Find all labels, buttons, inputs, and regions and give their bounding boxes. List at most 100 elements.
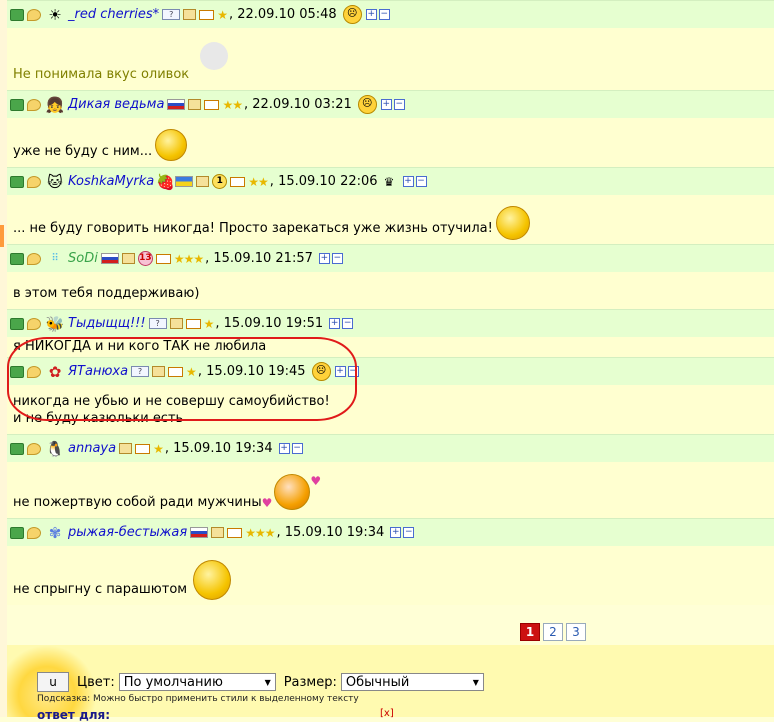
author-nick[interactable]: Дикая ведьма xyxy=(68,97,164,112)
author-nick[interactable]: annaya xyxy=(68,441,116,456)
post-text: уже не буду с ним... xyxy=(13,144,153,159)
quote-icon[interactable] xyxy=(27,252,41,265)
minus-icon[interactable]: − xyxy=(393,99,405,110)
quote-icon[interactable] xyxy=(27,317,41,330)
rating-stars: ★★ xyxy=(248,174,268,189)
author-nick[interactable]: рыжая-бестыжая xyxy=(68,525,187,540)
plus-icon[interactable]: + xyxy=(390,527,402,538)
author-nick[interactable]: ЯТанюха xyxy=(68,364,128,379)
profile-icon[interactable] xyxy=(196,176,210,187)
rating-stars: ★★★ xyxy=(245,525,275,540)
rating-stars: ★ xyxy=(217,7,228,22)
plus-icon[interactable]: + xyxy=(318,253,330,264)
quote-icon[interactable] xyxy=(27,526,41,539)
question-icon[interactable]: ? xyxy=(148,318,167,329)
post-text: Не понимала вкус оливок xyxy=(13,67,190,82)
quote-icon[interactable] xyxy=(27,365,41,378)
russia-flag-icon xyxy=(167,99,186,110)
mail-icon[interactable] xyxy=(230,176,246,187)
reply-icon[interactable] xyxy=(10,252,24,265)
minus-icon[interactable]: − xyxy=(291,443,303,454)
minus-icon[interactable]: − xyxy=(415,176,427,187)
page-link-1[interactable]: 1 xyxy=(520,623,540,641)
profile-icon[interactable] xyxy=(121,253,135,264)
quote-icon[interactable] xyxy=(27,175,41,188)
grumpy-mood-icon: ☹ xyxy=(311,362,331,381)
profile-icon[interactable] xyxy=(211,527,225,538)
rating-stars: ★★★ xyxy=(173,251,204,266)
post-header: 🐱 KoshkaMyrka 🍓 1 ★★ , 15.09.10 22:06 ♛ … xyxy=(7,167,774,195)
plus-icon[interactable]: + xyxy=(380,99,392,110)
size-select[interactable]: Обычный xyxy=(340,673,484,692)
mail-icon[interactable] xyxy=(168,366,184,377)
minus-icon[interactable]: − xyxy=(331,253,343,264)
minus-icon[interactable]: − xyxy=(347,366,359,377)
page-link-2[interactable]: 2 xyxy=(543,623,563,641)
reply-icon[interactable] xyxy=(10,365,24,378)
author-nick[interactable]: _red cherries* xyxy=(68,7,159,22)
plus-icon[interactable]: + xyxy=(329,318,341,329)
mail-icon[interactable] xyxy=(185,318,201,329)
witch-avatar-icon: 👧 xyxy=(45,95,65,114)
strawberry-icon: 🍓 xyxy=(155,172,175,191)
date-separator: , xyxy=(228,7,238,22)
reply-icon[interactable] xyxy=(10,526,24,539)
post-body: никогда не убью и не совершу самоубийств… xyxy=(7,385,774,434)
minus-icon[interactable]: − xyxy=(378,9,390,20)
profile-icon[interactable] xyxy=(188,99,202,110)
post-body: уже не буду с ним... xyxy=(7,118,774,167)
heart-icon: ♥ xyxy=(261,496,273,510)
color-select[interactable]: По умолчанию xyxy=(118,673,276,692)
sad-mood-icon: ☹ xyxy=(342,5,362,24)
post-header: 🐧 annaya ★ , 15.09.10 19:34 + − xyxy=(7,434,774,462)
shocked-smiley-icon xyxy=(495,206,530,240)
underline-button[interactable]: u xyxy=(37,672,69,692)
pagination: 1 2 3 xyxy=(520,623,586,641)
minus-icon[interactable]: − xyxy=(403,527,415,538)
sun-avatar-icon: ☀ xyxy=(48,5,62,24)
format-toolbar: u Цвет: По умолчанию Размер: Обычный xyxy=(37,672,492,692)
quote-icon[interactable] xyxy=(27,8,41,21)
reply-icon[interactable] xyxy=(10,98,24,111)
rank-badge: 1 xyxy=(212,174,228,189)
mail-icon[interactable] xyxy=(155,253,171,264)
plus-icon[interactable]: + xyxy=(365,9,377,20)
reply-icon[interactable] xyxy=(10,442,24,455)
post-date: 15.09.10 19:34 xyxy=(284,525,385,540)
crying-smiley-icon xyxy=(155,129,188,161)
author-nick[interactable]: KoshkaMyrka xyxy=(68,174,154,189)
post-date: 15.09.10 19:34 xyxy=(173,441,273,456)
post-header: 👧 Дикая ведьма ★★ , 22.09.10 03:21 ☹ + − xyxy=(7,90,774,118)
reply-icon[interactable] xyxy=(10,8,24,21)
reply-icon[interactable] xyxy=(10,317,24,330)
question-icon[interactable]: ? xyxy=(162,9,181,20)
profile-icon[interactable] xyxy=(169,318,183,329)
heart-icon: ♥ xyxy=(310,474,322,488)
profile-icon[interactable] xyxy=(183,9,197,20)
author-nick[interactable]: SoDi xyxy=(68,251,98,266)
post-text: никогда не убью и не совершу самоубийств… xyxy=(13,393,330,427)
reply-icon[interactable] xyxy=(10,175,24,188)
question-icon[interactable]: ? xyxy=(131,366,150,377)
quote-icon[interactable] xyxy=(27,98,41,111)
mail-icon[interactable] xyxy=(135,443,151,454)
post-body: Не понимала вкус оливок xyxy=(7,28,774,90)
mail-icon[interactable] xyxy=(199,9,215,20)
author-nick[interactable]: Тыдыщщ!!! xyxy=(68,316,146,331)
mail-icon[interactable] xyxy=(204,99,220,110)
close-button[interactable]: [x] xyxy=(380,708,394,719)
plus-icon[interactable]: + xyxy=(334,366,346,377)
profile-icon[interactable] xyxy=(119,443,133,454)
post-text-line: и не буду казюльки есть xyxy=(13,410,184,426)
minus-icon[interactable]: − xyxy=(342,318,354,329)
page-link-3[interactable]: 3 xyxy=(566,623,586,641)
mail-icon[interactable] xyxy=(227,527,243,538)
quote-icon[interactable] xyxy=(27,442,41,455)
post-date: 15.09.10 21:57 xyxy=(213,251,313,266)
profile-icon[interactable] xyxy=(152,366,166,377)
plus-icon[interactable]: + xyxy=(402,176,414,187)
post-header: 🐝 Тыдыщщ!!! ? ★ , 15.09.10 19:51 + − xyxy=(7,309,774,337)
post-text: не пожертвую собой ради мужчины xyxy=(13,495,262,510)
plus-icon[interactable]: + xyxy=(278,443,290,454)
cat-avatar-icon: 🐱 xyxy=(47,172,63,191)
